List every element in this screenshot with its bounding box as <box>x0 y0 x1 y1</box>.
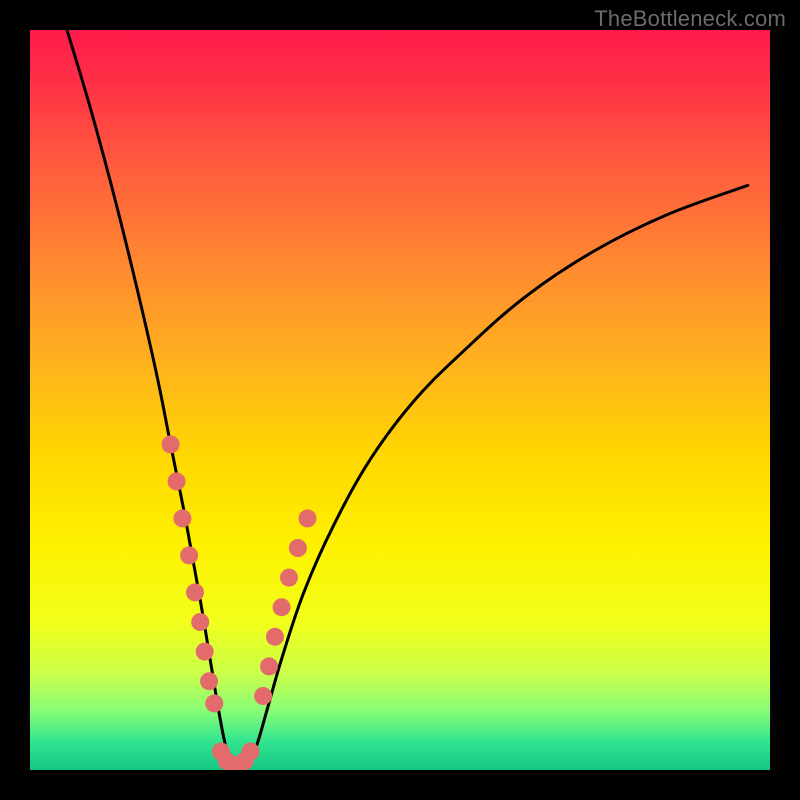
data-point <box>162 435 180 453</box>
data-point <box>299 509 317 527</box>
plot-area <box>30 30 770 770</box>
data-point <box>242 743 260 761</box>
dots-group <box>162 435 317 770</box>
data-point <box>186 583 204 601</box>
data-point <box>289 539 307 557</box>
data-point <box>260 657 278 675</box>
data-point <box>280 569 298 587</box>
data-point <box>191 613 209 631</box>
data-point <box>205 694 223 712</box>
data-point <box>173 509 191 527</box>
data-point <box>254 687 272 705</box>
chart-frame: TheBottleneck.com <box>0 0 800 800</box>
chart-svg <box>30 30 770 770</box>
watermark-text: TheBottleneck.com <box>594 6 786 32</box>
data-point <box>273 598 291 616</box>
bottleneck-curve <box>67 30 748 769</box>
data-point <box>196 643 214 661</box>
curve-group <box>67 30 748 769</box>
data-point <box>266 628 284 646</box>
data-point <box>168 472 186 490</box>
data-point <box>180 546 198 564</box>
data-point <box>200 672 218 690</box>
